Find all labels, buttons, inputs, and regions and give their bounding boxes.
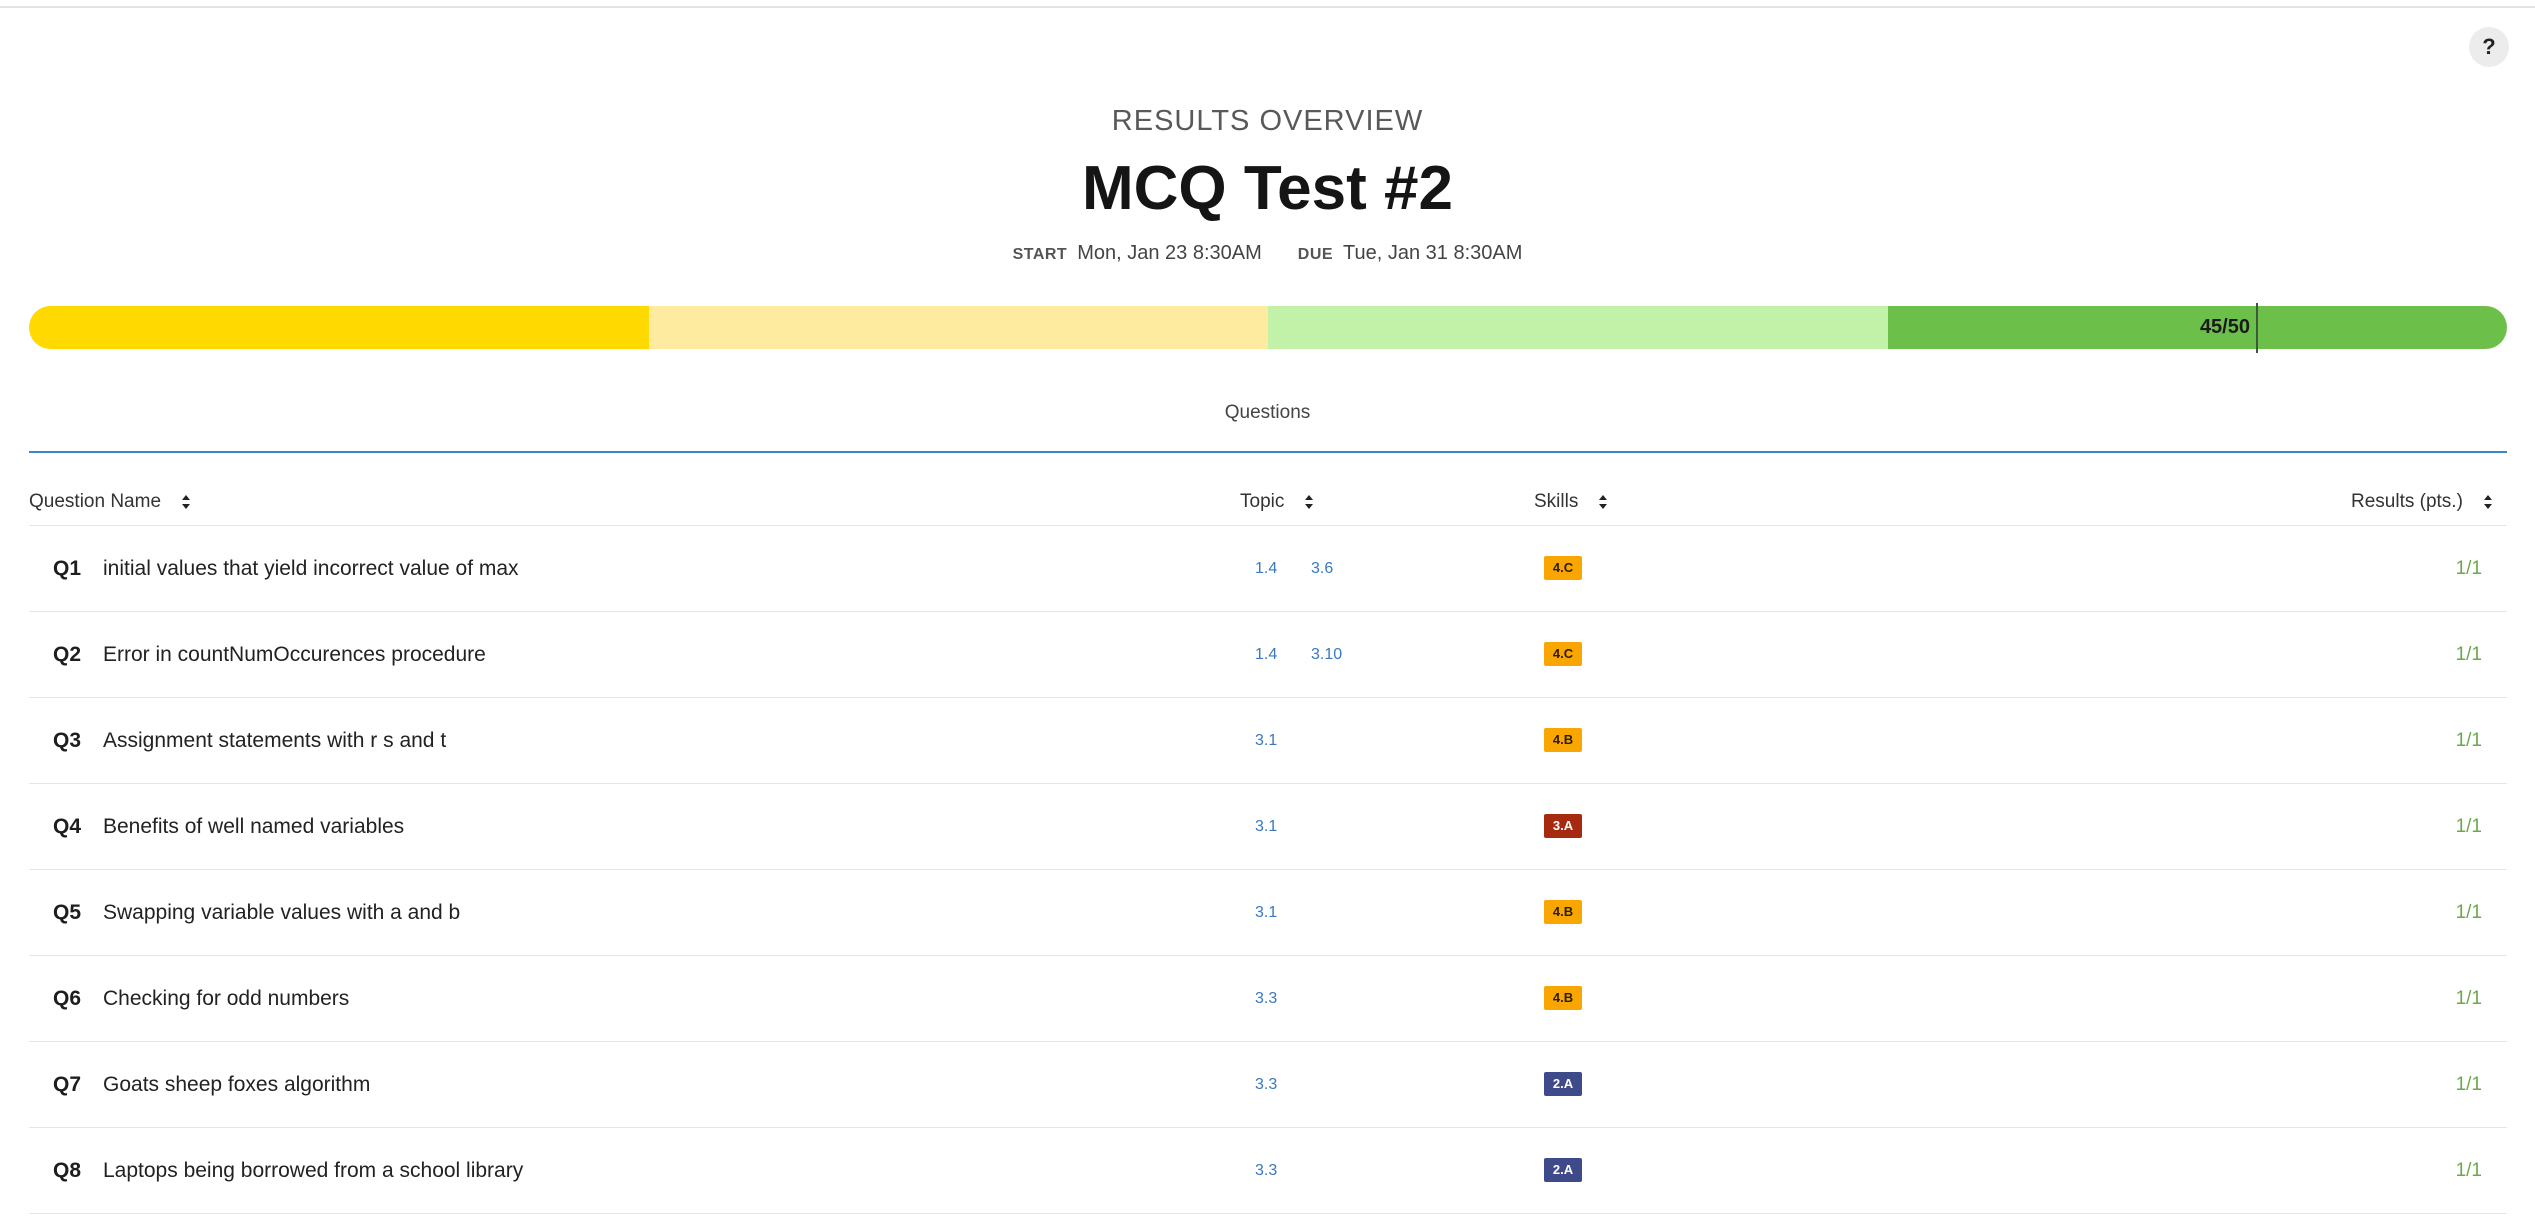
header-results: Results (pts.) (2351, 491, 2463, 512)
tab-underline (29, 451, 2507, 453)
header-skills: Skills (1534, 491, 1579, 512)
questions-table-body: Q1 initial values that yield incorrect va… (29, 526, 2507, 1214)
start-date: Mon, Jan 23 8:30AM (1077, 242, 1262, 264)
result-score: 1/1 (2455, 1160, 2482, 1181)
table-row[interactable]: Q6 Checking for odd numbers 3.3 4.B 1/1 (29, 956, 2507, 1042)
question-number: Q1 (53, 557, 82, 580)
table-row[interactable]: Q2 Error in countNumOccurences procedure 1… (29, 612, 2507, 698)
skill-badge: 4.C (1544, 642, 1582, 666)
skill-badge: 4.B (1544, 728, 1582, 752)
due-date: Tue, Jan 31 8:30AM (1343, 242, 1523, 264)
results-header: RESULTS OVERVIEW MCQ Test #2 START Mon, J… (0, 100, 2535, 270)
question-number: Q6 (53, 987, 82, 1010)
top-divider (0, 6, 2535, 8)
table-row[interactable]: Q4 Benefits of well named variables 3.1 3.A… (29, 784, 2507, 870)
topic-link[interactable]: 1.4 (1255, 526, 1277, 611)
table-row[interactable]: Q3 Assignment statements with r s and t 3.… (29, 698, 2507, 784)
result-score: 1/1 (2455, 816, 2482, 837)
question-number: Q4 (53, 815, 82, 838)
topic-link[interactable]: 3.1 (1255, 870, 1277, 955)
page-title: MCQ Test #2 (1082, 154, 1453, 223)
sort-question-name[interactable]: Question Name (29, 491, 191, 513)
table-row[interactable]: Q1 initial values that yield incorrect va… (29, 526, 2507, 612)
sort-icon (1305, 495, 1314, 509)
help-button[interactable]: ? (2469, 27, 2509, 67)
score-marker (2256, 303, 2258, 353)
question-number: Q2 (53, 643, 82, 666)
table-row[interactable]: Q7 Goats sheep foxes algorithm 3.3 2.A 1/1 (29, 1042, 2507, 1128)
skill-badge: 4.B (1544, 900, 1582, 924)
table-row[interactable]: Q8 Laptops being borrowed from a school l… (29, 1128, 2507, 1214)
topic-link[interactable]: 3.1 (1255, 698, 1277, 783)
topic-link[interactable]: 3.6 (1311, 526, 1333, 611)
sort-results[interactable]: Results (pts.) (2351, 491, 2493, 513)
topic-link[interactable]: 3.3 (1255, 956, 1277, 1041)
tab-questions[interactable]: Questions (0, 402, 2535, 424)
question-number: Q3 (53, 729, 82, 752)
start-label: START (1012, 246, 1068, 263)
table-header: Question Name Topic Skills Results (pts.… (29, 487, 2507, 526)
sort-topic[interactable]: Topic (1240, 491, 1314, 513)
topic-link[interactable]: 3.1 (1255, 784, 1277, 869)
skill-badge: 4.B (1544, 986, 1582, 1010)
question-name[interactable]: Checking for odd numbers (103, 956, 349, 1041)
result-score: 1/1 (2455, 558, 2482, 579)
due-label: DUE (1297, 246, 1334, 263)
sort-icon (182, 495, 191, 509)
skill-badge: 3.A (1544, 814, 1582, 838)
table-row[interactable]: Q5 Swapping variable values with a and b 3… (29, 870, 2507, 956)
question-name[interactable]: Goats sheep foxes algorithm (103, 1042, 370, 1127)
sort-icon (2483, 495, 2492, 509)
result-score: 1/1 (2455, 988, 2482, 1009)
topic-link[interactable]: 3.3 (1255, 1042, 1277, 1127)
question-name[interactable]: Swapping variable values with a and b (103, 870, 460, 955)
progress-segment (648, 306, 1268, 349)
sort-icon (1599, 495, 1608, 509)
score-text: 45/50 (2199, 316, 2250, 338)
question-name[interactable]: Error in countNumOccurences procedure (103, 612, 486, 697)
test-dates: START Mon, Jan 23 8:30AM DUE Tue, Jan 31 8:… (0, 238, 2535, 270)
score-progress-bar (29, 306, 2507, 349)
sort-skills[interactable]: Skills (1534, 491, 1608, 513)
result-score: 1/1 (2455, 644, 2482, 665)
question-number: Q8 (53, 1159, 82, 1182)
question-name[interactable]: Assignment statements with r s and t (103, 698, 446, 783)
skill-badge: 2.A (1544, 1158, 1582, 1182)
question-number: Q5 (53, 901, 82, 924)
question-name[interactable]: initial values that yield incorrect valu… (103, 526, 519, 611)
result-score: 1/1 (2455, 1074, 2482, 1095)
results-overview-label: RESULTS OVERVIEW (1111, 105, 1424, 137)
topic-link[interactable]: 3.10 (1311, 612, 1342, 697)
progress-segment (29, 306, 649, 349)
result-score: 1/1 (2455, 730, 2482, 751)
header-question-name: Question Name (29, 491, 162, 512)
question-name[interactable]: Laptops being borrowed from a school lib… (103, 1128, 523, 1213)
result-score: 1/1 (2455, 902, 2482, 923)
skill-badge: 4.C (1544, 556, 1582, 580)
question-name[interactable]: Benefits of well named variables (103, 784, 404, 869)
question-number: Q7 (53, 1073, 82, 1096)
header-topic: Topic (1240, 491, 1285, 512)
skill-badge: 2.A (1544, 1072, 1582, 1096)
progress-segment (1268, 306, 1888, 349)
topic-link[interactable]: 3.3 (1255, 1128, 1277, 1213)
topic-link[interactable]: 1.4 (1255, 612, 1277, 697)
